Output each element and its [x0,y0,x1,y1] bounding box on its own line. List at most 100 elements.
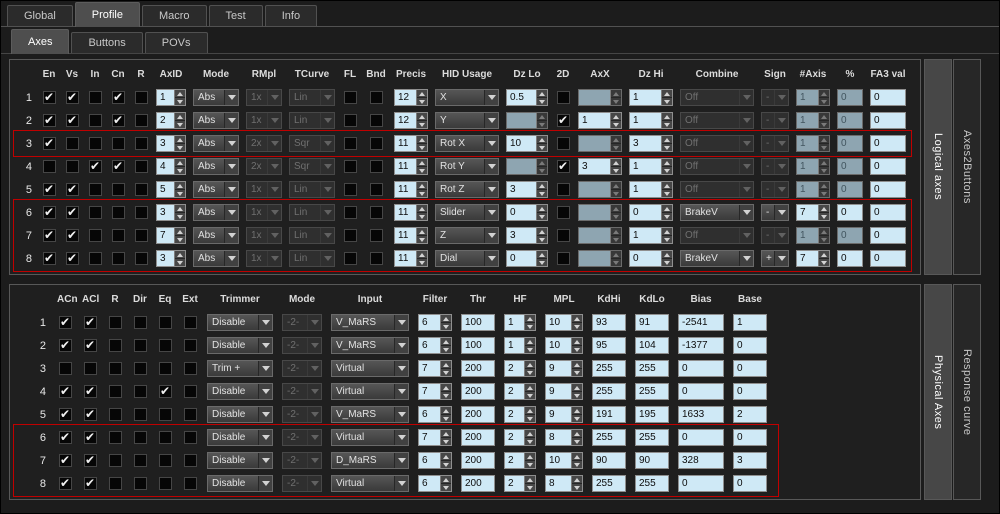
combine-dropdown[interactable]: BrakeV [680,250,754,267]
mpl-spinner-down-button[interactable] [572,345,582,353]
cn-checkbox[interactable] [111,252,125,265]
axid-spinner-up-button[interactable] [175,136,185,143]
precision-spinner-down-button[interactable] [417,97,427,105]
trimmer-dropdown[interactable]: Disable [207,337,273,354]
deadzone-high-spinner-buttons[interactable] [661,113,672,128]
mpl-spinner[interactable]: 8 [545,429,583,446]
num-axis-spinner[interactable]: 1 [796,227,830,244]
mode-dropdown[interactable]: Abs [193,181,239,198]
dir-checkbox[interactable] [133,316,147,329]
axid-spinner-down-button[interactable] [175,235,185,243]
r-checkbox[interactable] [134,229,148,242]
fa3-val-field[interactable]: 0 [870,181,906,198]
input-dropdown[interactable]: V_MaRS [331,314,409,331]
axx-spinner[interactable] [578,204,622,221]
axid-spinner-buttons[interactable] [174,90,185,105]
side-tab-response-curve[interactable]: Response curve [953,284,981,500]
axid-spinner-up-button[interactable] [175,159,185,166]
acn-checkbox[interactable]: ✔ [58,431,72,444]
kdlo-field[interactable]: 255 [635,429,669,446]
base-field[interactable]: 3 [733,452,767,469]
tcurve-dropdown[interactable]: Lin [289,89,335,106]
percent-field[interactable]: 0 [837,89,863,106]
deadzone-low-spinner-up-button[interactable] [537,182,547,189]
in-checkbox[interactable] [88,91,102,104]
deadzone-low-spinner-down-button[interactable] [537,235,547,243]
in-checkbox[interactable]: ✔ [88,160,102,173]
filter-spinner-up-button[interactable] [441,384,451,391]
in-checkbox[interactable] [88,229,102,242]
mode-dropdown[interactable]: Abs [193,227,239,244]
bnd-checkbox[interactable] [369,252,383,265]
eq-checkbox[interactable]: ✔ [158,385,172,398]
trimmer-dropdown[interactable]: Trim + [207,360,273,377]
num-axis-spinner[interactable]: 1 [796,158,830,175]
kdlo-field[interactable]: 255 [635,383,669,400]
axx-spinner-buttons[interactable] [610,90,621,105]
en-checkbox[interactable] [42,160,56,173]
r-checkbox[interactable] [134,91,148,104]
eq-checkbox[interactable] [158,477,172,490]
hf-spinner-buttons[interactable] [524,476,535,491]
en-checkbox[interactable]: ✔ [42,183,56,196]
fl-checkbox[interactable] [343,252,357,265]
axx-spinner-up-button[interactable] [611,159,621,166]
mpl-spinner[interactable]: 9 [545,406,583,423]
sign-dropdown[interactable]: - [761,158,789,175]
tcurve-dropdown[interactable]: Lin [289,204,335,221]
filter-spinner-down-button[interactable] [441,322,451,330]
in-checkbox[interactable] [88,137,102,150]
axx-spinner-buttons[interactable] [610,113,621,128]
num-axis-spinner-down-button[interactable] [819,143,829,151]
vs-checkbox[interactable]: ✔ [65,183,79,196]
axx-spinner-buttons[interactable] [610,251,621,266]
axx-spinner[interactable] [578,135,622,152]
mpl-spinner[interactable]: 10 [545,337,583,354]
r-checkbox[interactable] [134,183,148,196]
2d-checkbox[interactable] [556,183,570,196]
combine-dropdown[interactable]: Off [680,89,754,106]
deadzone-high-spinner-down-button[interactable] [662,235,672,243]
deadzone-high-spinner-buttons[interactable] [661,90,672,105]
r-checkbox[interactable] [108,316,122,329]
num-axis-spinner[interactable]: 1 [796,89,830,106]
r-checkbox[interactable] [134,252,148,265]
rmpl-dropdown[interactable]: 1x [246,112,282,129]
deadzone-low-spinner[interactable]: 0 [506,250,548,267]
precision-spinner-down-button[interactable] [417,143,427,151]
threshold-field[interactable]: 200 [461,452,495,469]
combine-dropdown[interactable]: Off [680,135,754,152]
num-axis-spinner-up-button[interactable] [819,90,829,97]
hf-spinner[interactable]: 2 [504,383,536,400]
filter-spinner-down-button[interactable] [441,391,451,399]
axx-spinner[interactable] [578,181,622,198]
hf-spinner-up-button[interactable] [525,361,535,368]
base-field[interactable]: 0 [733,337,767,354]
tcurve-dropdown[interactable]: Lin [289,181,335,198]
tab-macro[interactable]: Macro [141,5,207,26]
axid-spinner-buttons[interactable] [174,113,185,128]
deadzone-low-spinner[interactable]: 0.5 [506,89,548,106]
mpl-spinner[interactable]: 9 [545,383,583,400]
vs-checkbox[interactable] [65,137,79,150]
mpl-spinner-down-button[interactable] [572,437,582,445]
num-axis-spinner-up-button[interactable] [819,228,829,235]
trimmer-dropdown[interactable]: Disable [207,406,273,423]
hf-spinner-down-button[interactable] [525,437,535,445]
en-checkbox[interactable]: ✔ [42,91,56,104]
combine-dropdown[interactable]: Off [680,112,754,129]
deadzone-high-spinner[interactable]: 1 [629,181,673,198]
filter-spinner-up-button[interactable] [441,453,451,460]
in-checkbox[interactable] [88,183,102,196]
axid-spinner-up-button[interactable] [175,90,185,97]
bnd-checkbox[interactable] [369,114,383,127]
threshold-field[interactable]: 200 [461,383,495,400]
combine-dropdown[interactable]: Off [680,158,754,175]
input-dropdown[interactable]: V_MaRS [331,406,409,423]
filter-spinner[interactable]: 6 [418,452,452,469]
precision-spinner-buttons[interactable] [416,251,427,266]
num-axis-spinner-up-button[interactable] [819,113,829,120]
mpl-spinner-down-button[interactable] [572,483,582,491]
threshold-field[interactable]: 200 [461,429,495,446]
deadzone-low-spinner-buttons[interactable] [536,182,547,197]
